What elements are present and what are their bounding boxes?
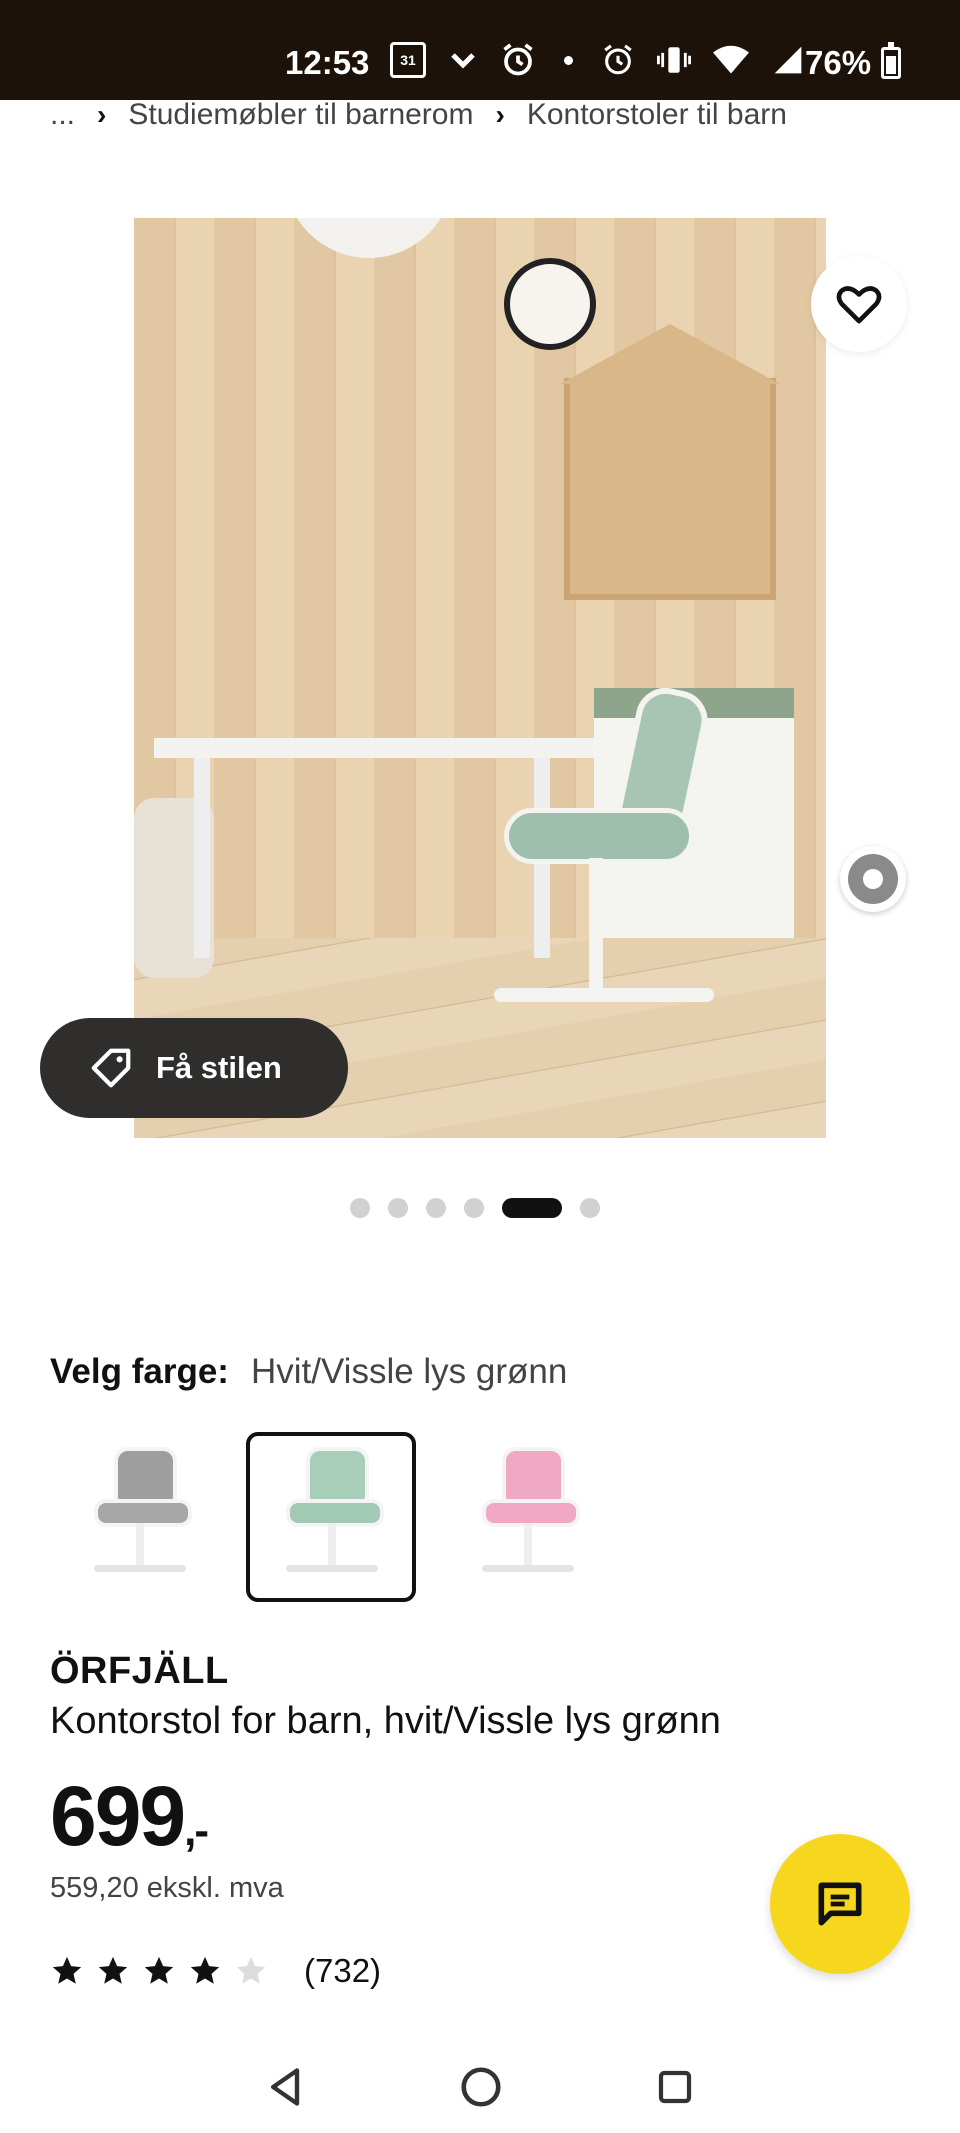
get-style-label: Få stilen: [156, 1050, 282, 1085]
wifi-icon: [713, 45, 749, 74]
star-filled-icon: [52, 1956, 82, 1984]
image-chair-base: [494, 988, 714, 1002]
chair-thumbnail-pink: [477, 1447, 580, 1587]
carousel-indicator: [350, 1198, 600, 1218]
price-main: 699: [50, 1769, 186, 1863]
breadcrumb-item-study-furniture[interactable]: Studiemøbler til barnerom: [128, 98, 473, 132]
tag-icon: [91, 1048, 131, 1088]
color-label-key: Velg farge:: [50, 1352, 229, 1391]
carousel-dot[interactable]: [464, 1198, 484, 1218]
product-name: ÖRFJÄLL: [50, 1650, 229, 1692]
carousel-dot[interactable]: [426, 1198, 446, 1218]
status-time: 12:53: [285, 44, 370, 81]
breadcrumb-ellipsis[interactable]: ...: [50, 98, 75, 132]
product-image[interactable]: [134, 218, 826, 1138]
favorite-button[interactable]: [811, 256, 907, 352]
recents-icon[interactable]: [654, 2066, 696, 2108]
carousel-dot[interactable]: [580, 1198, 600, 1218]
home-icon[interactable]: [458, 2064, 504, 2110]
color-swatch-pink[interactable]: [442, 1432, 612, 1602]
image-chair-seat: [504, 808, 694, 864]
breadcrumb-item-office-chairs[interactable]: Kontorstoler til barn: [527, 98, 787, 132]
media-toggle-button[interactable]: [840, 846, 906, 912]
breadcrumb-chevron-icon: ›: [495, 99, 505, 130]
battery-area: 76%: [805, 42, 902, 82]
back-icon[interactable]: [264, 2065, 308, 2109]
product-price: 699,-: [50, 1768, 209, 1865]
star-filled-icon: [144, 1956, 174, 1984]
breadcrumb: ... › Studiemøbler til barnerom › Kontor…: [50, 98, 787, 132]
image-chair-stem: [589, 858, 603, 988]
heart-icon: [836, 286, 882, 324]
image-house-shelf: [560, 324, 780, 600]
calendar-icon: 31: [390, 42, 426, 78]
chair-thumbnail-green: [281, 1447, 384, 1587]
color-swatch-green[interactable]: [246, 1432, 416, 1602]
carousel-dot[interactable]: [388, 1198, 408, 1218]
chat-button[interactable]: [770, 1834, 910, 1974]
image-desk: [154, 738, 614, 758]
color-swatch-grey[interactable]: [54, 1432, 224, 1602]
breadcrumb-chevron-icon: ›: [97, 99, 107, 130]
review-count: (732): [304, 1952, 382, 1989]
battery-icon: [881, 42, 902, 79]
dot-icon: [564, 55, 573, 65]
color-selected-value: Hvit/Vissle lys grønn: [250, 1352, 568, 1391]
color-selector-label: Velg farge: Hvit/Vissle lys grønn: [50, 1352, 567, 1392]
product-rating[interactable]: (732): [50, 1952, 381, 1990]
status-bar: 12:53 31 76%: [0, 0, 960, 100]
product-description: Kontorstol for barn, hvit/Vissle lys grø…: [50, 1700, 721, 1742]
get-style-button[interactable]: Få stilen: [40, 1018, 348, 1118]
carousel-dot-active[interactable]: [502, 1198, 562, 1218]
system-nav-bar: [0, 2040, 960, 2133]
star-filled-icon: [190, 1956, 220, 1984]
battery-percent: 76%: [805, 44, 872, 81]
image-desk-leg: [194, 758, 210, 958]
status-icons: 31: [390, 42, 805, 78]
signal-icon: [774, 46, 802, 74]
star-filled-icon: [98, 1956, 128, 1984]
alarm-icon-2: [604, 44, 632, 75]
chair-thumbnail-grey: [89, 1447, 192, 1587]
alarm-icon: [503, 43, 533, 76]
chevron-down-icon: [451, 53, 475, 69]
carousel-dot[interactable]: [350, 1198, 370, 1218]
image-wall-clock: [504, 258, 596, 350]
star-empty-icon: [236, 1956, 266, 1984]
price-suffix: ,-: [184, 1806, 209, 1855]
vibrate-icon: [657, 47, 691, 73]
record-icon: [848, 854, 898, 904]
price-ex-vat: 559,20 ekskl. mva: [50, 1872, 284, 1904]
chat-icon: [818, 1882, 862, 1926]
